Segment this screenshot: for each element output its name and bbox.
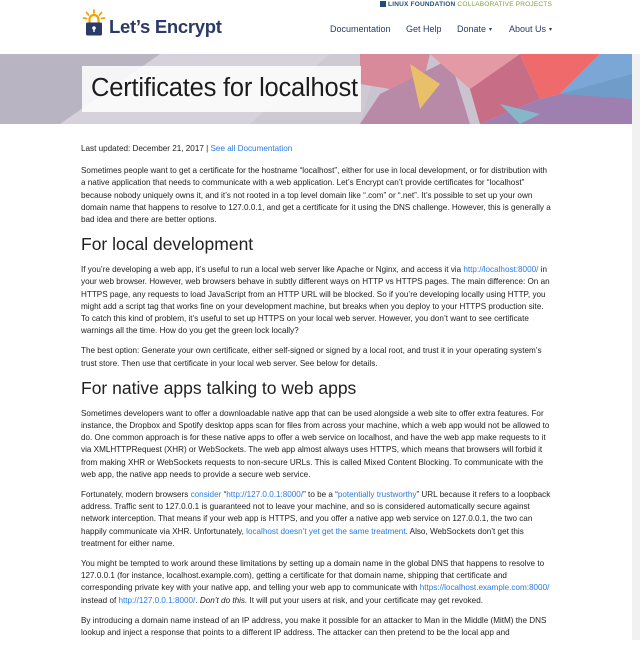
nav-label: Donate bbox=[457, 24, 487, 34]
padlock-sun-icon bbox=[82, 9, 106, 36]
caret-down-icon: ▾ bbox=[489, 27, 493, 33]
last-updated: Last updated: December 21, 2017 | bbox=[81, 144, 211, 153]
loopback-url-link[interactable]: http://127.0.0.1:8000/ bbox=[226, 490, 303, 499]
nav-documentation[interactable]: Documentation bbox=[330, 24, 391, 34]
text: ” to be a “ bbox=[303, 490, 338, 500]
local-paragraph-2: The best option: Generate your own certi… bbox=[81, 346, 542, 368]
dont-do-this-emphasis: Don’t do this. bbox=[199, 595, 248, 605]
consider-link[interactable]: consider bbox=[191, 490, 222, 499]
localhost-treatment-link[interactable]: localhost doesn’t yet get the same treat… bbox=[246, 527, 405, 536]
last-updated-line: Last updated: December 21, 2017 | See al… bbox=[81, 143, 552, 155]
native-paragraph-4: By introducing a domain name instead of … bbox=[81, 615, 547, 638]
intro-paragraph: Sometimes people want to get a certifica… bbox=[81, 166, 551, 225]
site-header: LINUX FOUNDATION COLLABORATIVE PROJECTS … bbox=[0, 0, 640, 54]
text: If you’re developing a web app, it’s use… bbox=[81, 265, 464, 275]
logo-wordmark: Let’s Encrypt bbox=[109, 16, 222, 37]
page-hero: Certificates for localhost bbox=[0, 54, 632, 124]
linux-foundation-banner[interactable]: LINUX FOUNDATION COLLABORATIVE PROJECTS bbox=[380, 1, 552, 8]
section-heading-local: For local development bbox=[81, 234, 254, 255]
nav-donate[interactable]: Donate ▾ bbox=[457, 24, 492, 34]
text: It will put your users at risk, and your… bbox=[247, 595, 483, 605]
local-paragraph-1: If you’re developing a web app, it’s use… bbox=[81, 264, 552, 337]
nav-label: Get Help bbox=[406, 24, 442, 34]
section-heading-native: For native apps talking to web apps bbox=[81, 377, 357, 398]
page-title: Certificates for localhost bbox=[91, 74, 358, 102]
see-all-documentation-link[interactable]: See all Documentation bbox=[211, 144, 293, 153]
native-paragraph-2: Fortunately, modern browsers consider “h… bbox=[81, 489, 552, 550]
potentially-trustworthy-link[interactable]: potentially trustworthy bbox=[338, 490, 417, 499]
nav-get-help[interactable]: Get Help bbox=[406, 24, 442, 34]
text: instead of bbox=[81, 595, 119, 605]
text: Fortunately, modern browsers bbox=[81, 490, 191, 500]
foundation-name: LINUX FOUNDATION bbox=[388, 1, 456, 8]
scrollbar[interactable] bbox=[632, 54, 640, 640]
foundation-subtitle: COLLABORATIVE PROJECTS bbox=[457, 1, 552, 8]
localhost-8000-link[interactable]: http://localhost:8000/ bbox=[463, 265, 538, 274]
native-paragraph-3: You might be tempted to work around thes… bbox=[81, 558, 552, 607]
nav-label: About Us bbox=[509, 24, 547, 34]
caret-down-icon: ▾ bbox=[549, 27, 553, 33]
linux-foundation-icon bbox=[380, 1, 387, 7]
localhost-example-link[interactable]: https://localhost.example.com:8000/ bbox=[420, 583, 550, 592]
title-card: Certificates for localhost bbox=[82, 66, 361, 112]
article-content: Last updated: December 21, 2017 | See al… bbox=[81, 143, 552, 647]
nav-about-us[interactable]: About Us ▾ bbox=[509, 24, 552, 34]
native-paragraph-1: Sometimes developers want to offer a dow… bbox=[81, 408, 550, 479]
text: in your web browser. However, web browse… bbox=[81, 265, 550, 336]
loopback-url-link[interactable]: http://127.0.0.1:8000/ bbox=[119, 596, 196, 605]
nav-label: Documentation bbox=[330, 24, 391, 34]
